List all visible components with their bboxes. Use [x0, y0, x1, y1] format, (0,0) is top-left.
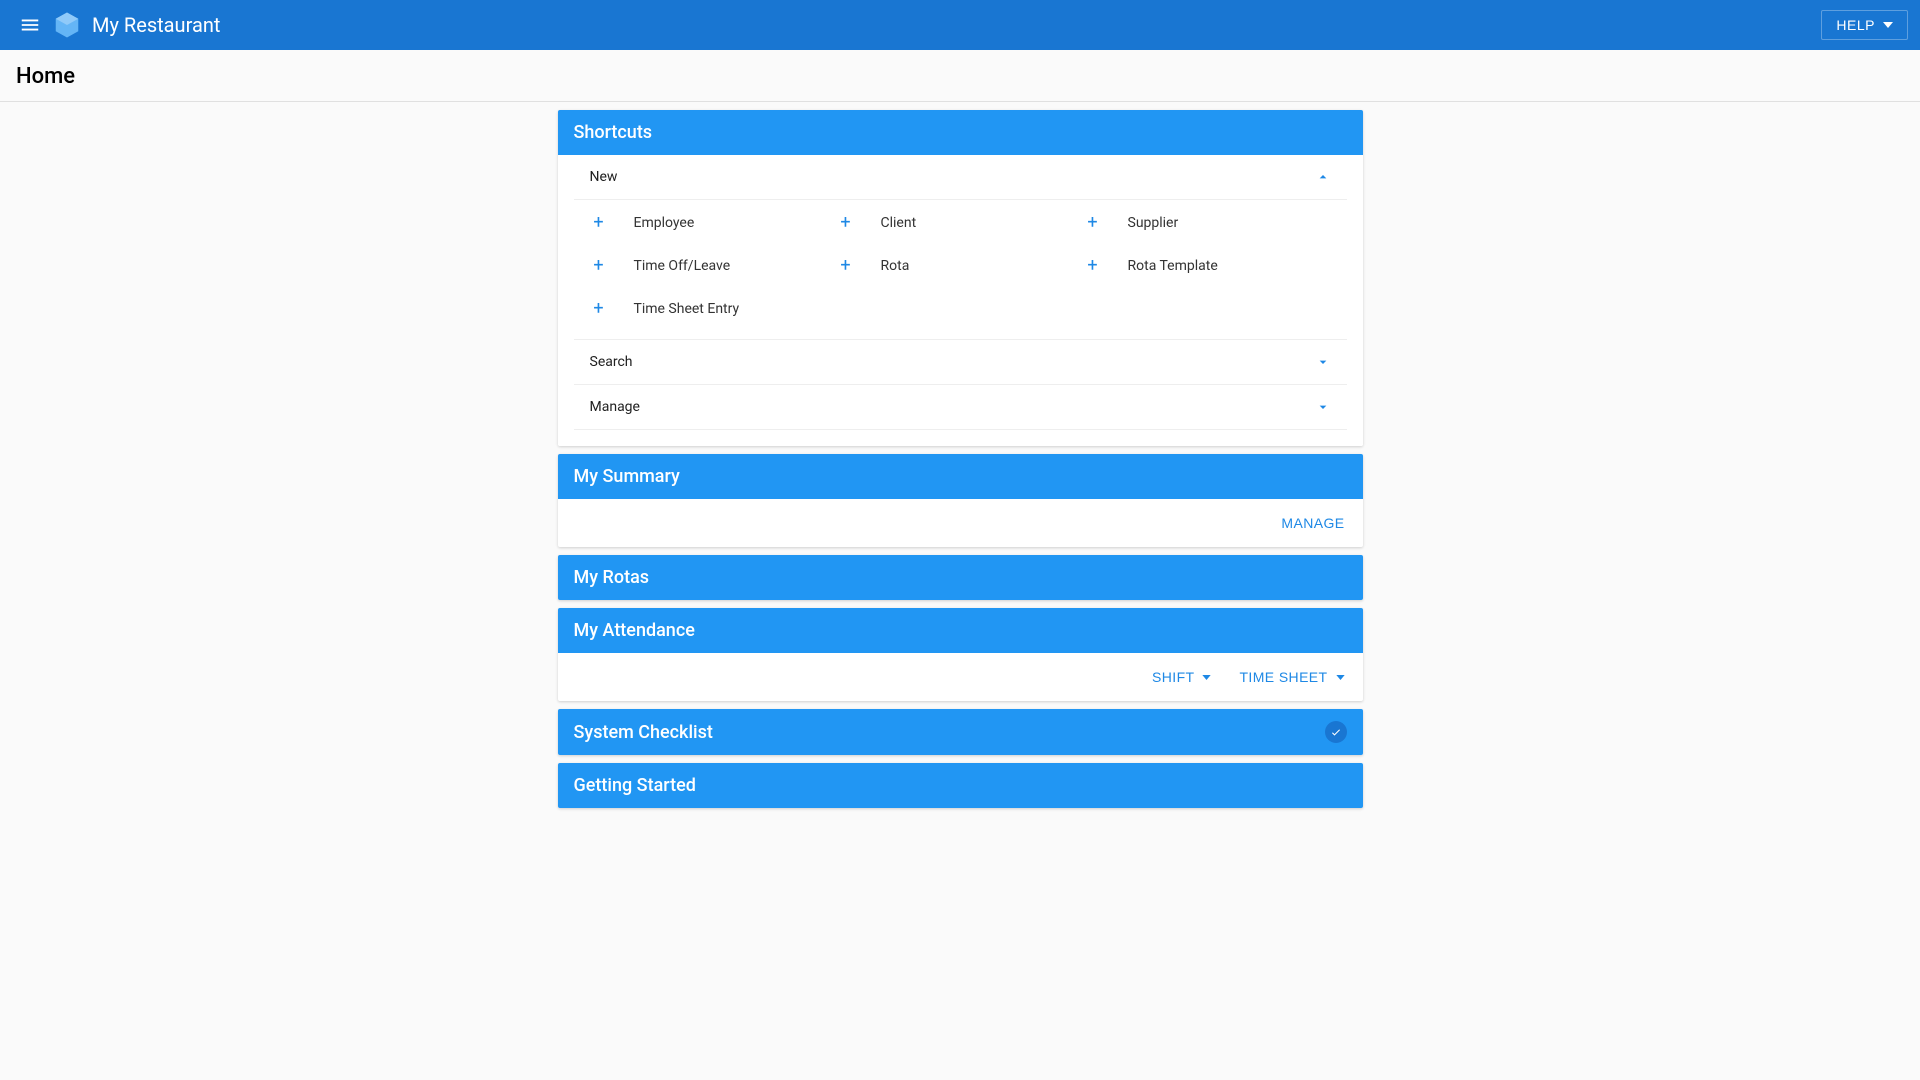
caret-down-icon	[1883, 22, 1893, 28]
shortcut-supplier[interactable]: + Supplier	[1084, 204, 1331, 241]
section-label: Search	[590, 354, 633, 370]
card-my-rotas: My Rotas	[558, 555, 1363, 600]
shortcut-employee[interactable]: + Employee	[590, 204, 837, 241]
menu-icon	[19, 14, 41, 36]
card-my-summary: My Summary MANAGE	[558, 454, 1363, 547]
plus-icon: +	[590, 212, 608, 233]
plus-icon: +	[837, 212, 855, 233]
section-label: New	[590, 169, 618, 185]
check-badge	[1325, 721, 1347, 743]
plus-icon: +	[590, 298, 608, 319]
card-shortcuts: Shortcuts New + Employee + Client	[558, 110, 1363, 446]
button-label: TIME SHEET	[1239, 669, 1327, 685]
plus-icon: +	[590, 255, 608, 276]
card-title: My Attendance	[574, 620, 695, 641]
shortcut-label: Supplier	[1128, 215, 1179, 231]
card-title: My Rotas	[574, 567, 650, 588]
section-new[interactable]: New	[574, 155, 1347, 200]
shortcut-label: Time Sheet Entry	[634, 301, 740, 317]
manage-button[interactable]: MANAGE	[1277, 509, 1348, 537]
button-label: SHIFT	[1152, 669, 1194, 685]
menu-button[interactable]	[12, 7, 48, 43]
app-bar: My Restaurant HELP	[0, 0, 1920, 50]
shortcut-time-off[interactable]: + Time Off/Leave	[590, 247, 837, 284]
shortcuts-new-grid: + Employee + Client + Supplier + Time Of…	[574, 200, 1347, 340]
section-manage[interactable]: Manage	[574, 385, 1347, 430]
shortcut-rota-template[interactable]: + Rota Template	[1084, 247, 1331, 284]
timesheet-button[interactable]: TIME SHEET	[1235, 663, 1348, 691]
shortcut-label: Employee	[634, 215, 695, 231]
app-title: My Restaurant	[92, 13, 220, 37]
shortcut-rota[interactable]: + Rota	[837, 247, 1084, 284]
section-search[interactable]: Search	[574, 340, 1347, 385]
card-getting-started: Getting Started	[558, 763, 1363, 808]
plus-icon: +	[1084, 255, 1102, 276]
card-header-shortcuts: Shortcuts	[558, 110, 1363, 155]
plus-icon: +	[1084, 212, 1102, 233]
shortcut-label: Rota Template	[1128, 258, 1218, 274]
caret-down-icon	[1336, 675, 1345, 680]
chevron-up-icon	[1315, 169, 1331, 185]
shift-button[interactable]: SHIFT	[1148, 663, 1215, 691]
card-header-system-checklist[interactable]: System Checklist	[558, 709, 1363, 755]
page-title: Home	[16, 64, 1904, 89]
page-header: Home	[0, 50, 1920, 102]
card-title: My Summary	[574, 466, 680, 487]
help-label: HELP	[1836, 17, 1875, 33]
card-header-my-rotas[interactable]: My Rotas	[558, 555, 1363, 600]
plus-icon: +	[837, 255, 855, 276]
help-button[interactable]: HELP	[1821, 10, 1908, 40]
card-header-getting-started[interactable]: Getting Started	[558, 763, 1363, 808]
shortcut-label: Rota	[881, 258, 910, 274]
card-title: Getting Started	[574, 775, 696, 796]
card-system-checklist: System Checklist	[558, 709, 1363, 755]
card-header-my-attendance: My Attendance	[558, 608, 1363, 653]
section-label: Manage	[590, 399, 640, 415]
shortcut-label: Client	[881, 215, 917, 231]
card-title: System Checklist	[574, 722, 713, 743]
app-logo	[52, 10, 82, 40]
shortcut-label: Time Off/Leave	[634, 258, 731, 274]
caret-down-icon	[1202, 675, 1211, 680]
chevron-down-icon	[1315, 399, 1331, 415]
card-my-attendance: My Attendance SHIFT TIME SHEET	[558, 608, 1363, 701]
shortcut-client[interactable]: + Client	[837, 204, 1084, 241]
card-title: Shortcuts	[574, 122, 653, 143]
check-icon	[1330, 726, 1342, 738]
chevron-down-icon	[1315, 354, 1331, 370]
card-header-my-summary: My Summary	[558, 454, 1363, 499]
button-label: MANAGE	[1281, 515, 1344, 531]
shortcut-time-sheet-entry[interactable]: + Time Sheet Entry	[590, 290, 837, 327]
